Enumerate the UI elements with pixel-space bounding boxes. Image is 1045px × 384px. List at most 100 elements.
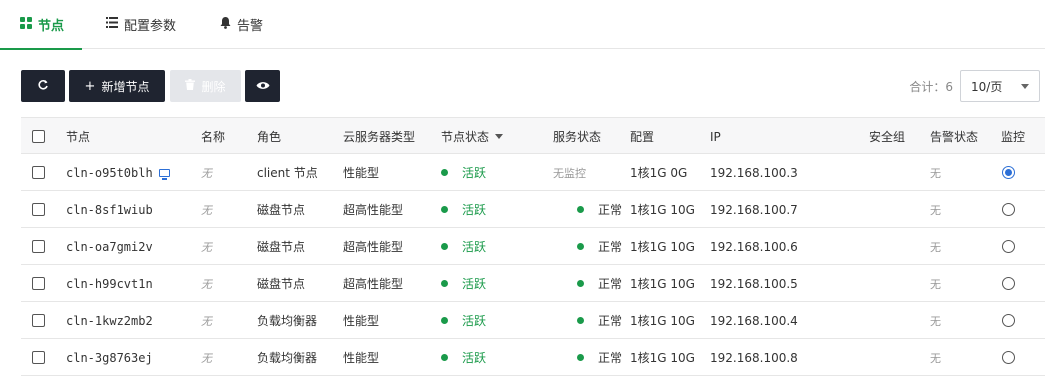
monitor-icon[interactable] — [158, 168, 170, 180]
status-dot-icon — [441, 169, 448, 176]
node-id-cell: cln-8sf1wiub — [66, 191, 153, 228]
header-role: 角色 — [257, 130, 282, 144]
header-monitor: 监控 — [1001, 130, 1026, 144]
add-node-label: 新增节点 — [101, 79, 150, 94]
monitor-radio[interactable] — [1002, 351, 1015, 364]
toggle-visibility-button[interactable] — [245, 70, 280, 102]
header-node-status-label: 节点状态 — [441, 130, 490, 144]
node-id[interactable]: cln-h99cvt1n — [66, 277, 153, 291]
monitor-radio[interactable] — [1002, 166, 1015, 179]
service-status: 正常 — [598, 314, 623, 328]
select-all-checkbox[interactable] — [32, 130, 45, 143]
table-header-row: 节点 名称 角色 云服务器类型 节点状态 服务状态 配置 IP 安全组 告警状态… — [21, 117, 1045, 154]
node-ip: 192.168.100.8 — [710, 350, 798, 365]
header-config: 配置 — [630, 130, 655, 144]
node-config: 1核1G 0G — [630, 166, 688, 180]
table-row[interactable]: cln-h99cvt1n 无 磁盘节点 超高性能型 活跃 正常 1核1G 10G 192.16… — [21, 265, 1045, 302]
node-id[interactable]: cln-1kwz2mb2 — [66, 314, 153, 328]
node-status-cell: 活跃 — [441, 154, 486, 191]
service-status-cell: 正常 — [577, 339, 622, 376]
node-ip: 192.168.100.3 — [710, 165, 798, 180]
node-name: 无 — [201, 240, 212, 254]
header-service-status: 服务状态 — [553, 130, 602, 144]
monitor-radio[interactable] — [1002, 314, 1015, 327]
node-status: 活跃 — [462, 277, 487, 291]
grid-icon — [20, 16, 32, 33]
header-node-status[interactable]: 节点状态 — [441, 118, 504, 155]
status-dot-icon — [441, 243, 448, 250]
row-checkbox[interactable] — [32, 351, 45, 364]
node-name: 无 — [201, 314, 212, 328]
node-status: 活跃 — [462, 166, 487, 180]
tab-label: 节点 — [38, 19, 65, 34]
add-node-button[interactable]: + 新增节点 — [69, 70, 165, 102]
service-status: 正常 — [598, 203, 623, 217]
tab-alerts[interactable]: 告警 — [220, 0, 263, 49]
tab-label: 配置参数 — [124, 19, 177, 34]
table-row[interactable]: cln-8sf1wiub 无 磁盘节点 超高性能型 活跃 正常 1核1G 10G 192.16… — [21, 191, 1045, 228]
monitor-radio[interactable] — [1002, 240, 1015, 253]
delete-button[interactable]: 删除 — [170, 70, 241, 102]
plus-icon: + — [84, 78, 96, 94]
row-select-cell — [32, 191, 45, 228]
node-id[interactable]: cln-8sf1wiub — [66, 203, 153, 217]
page-size-select[interactable]: 10/页 — [960, 70, 1040, 102]
chevron-down-icon — [1021, 84, 1029, 89]
table-row[interactable]: cln-oa7gmi2v 无 磁盘节点 超高性能型 活跃 正常 1核1G 10G 192.16… — [21, 228, 1045, 265]
node-status-cell: 活跃 — [441, 302, 486, 339]
node-id[interactable]: cln-o95t0blh — [66, 166, 153, 180]
server-type: 超高性能型 — [343, 240, 404, 254]
monitor-cell — [1002, 302, 1015, 339]
monitor-radio[interactable] — [1002, 277, 1015, 290]
monitor-cell — [1002, 339, 1015, 376]
row-checkbox[interactable] — [32, 166, 45, 179]
node-id[interactable]: cln-oa7gmi2v — [66, 240, 153, 254]
sort-down-icon[interactable] — [495, 134, 504, 139]
refresh-icon — [37, 79, 49, 94]
header-node: 节点 — [66, 130, 91, 144]
row-checkbox[interactable] — [32, 240, 45, 253]
service-status-cell: 正常 — [577, 228, 622, 265]
alarm-status: 无 — [930, 166, 941, 180]
nodes-table: 节点 名称 角色 云服务器类型 节点状态 服务状态 配置 IP 安全组 告警状态… — [21, 117, 1045, 376]
node-ip: 192.168.100.6 — [710, 239, 798, 254]
status-dot-icon — [441, 280, 448, 287]
row-checkbox[interactable] — [32, 203, 45, 216]
tab-bar: 节点 配置参数 告警 — [0, 0, 1045, 50]
node-role: 负载均衡器 — [257, 351, 318, 365]
alarm-status: 无 — [930, 240, 941, 254]
tab-config-params[interactable]: 配置参数 — [106, 0, 176, 49]
node-name: 无 — [201, 351, 212, 365]
table-row[interactable]: cln-o95t0blh 无 client 节点 性能型 活跃 无监控 1核1G 0G 192… — [21, 154, 1045, 191]
refresh-button[interactable] — [21, 70, 65, 102]
select-all-cell — [32, 118, 45, 155]
row-checkbox[interactable] — [32, 314, 45, 327]
tab-nodes[interactable]: 节点 — [0, 0, 83, 50]
service-status-cell: 正常 — [577, 191, 622, 228]
status-dot-icon — [441, 206, 448, 213]
server-type: 超高性能型 — [343, 203, 404, 217]
node-id-cell: cln-3g8763ej — [66, 339, 153, 376]
server-type: 性能型 — [343, 314, 380, 328]
service-status-cell: 正常 — [577, 265, 622, 302]
table-row[interactable]: cln-3g8763ej 无 负载均衡器 性能型 活跃 正常 1核1G 10G 192.168… — [21, 339, 1045, 376]
node-id-cell: cln-o95t0blh — [66, 154, 170, 191]
node-id-cell: cln-h99cvt1n — [66, 265, 153, 302]
status-dot-icon — [441, 317, 448, 324]
table-row[interactable]: cln-1kwz2mb2 无 负载均衡器 性能型 活跃 正常 1核1G 10G 192.168… — [21, 302, 1045, 339]
header-server-type: 云服务器类型 — [343, 130, 416, 144]
row-select-cell — [32, 154, 45, 191]
bell-icon — [220, 16, 231, 33]
service-status: 正常 — [598, 277, 623, 291]
status-dot-icon — [577, 206, 584, 213]
monitor-radio[interactable] — [1002, 203, 1015, 216]
status-dot-icon — [577, 243, 584, 250]
node-id[interactable]: cln-3g8763ej — [66, 351, 153, 365]
row-select-cell — [32, 339, 45, 376]
row-checkbox[interactable] — [32, 277, 45, 290]
server-type: 性能型 — [343, 166, 380, 180]
node-status: 活跃 — [462, 240, 487, 254]
eye-icon — [256, 79, 270, 93]
node-ip: 192.168.100.7 — [710, 202, 798, 217]
tab-label: 告警 — [237, 19, 264, 34]
